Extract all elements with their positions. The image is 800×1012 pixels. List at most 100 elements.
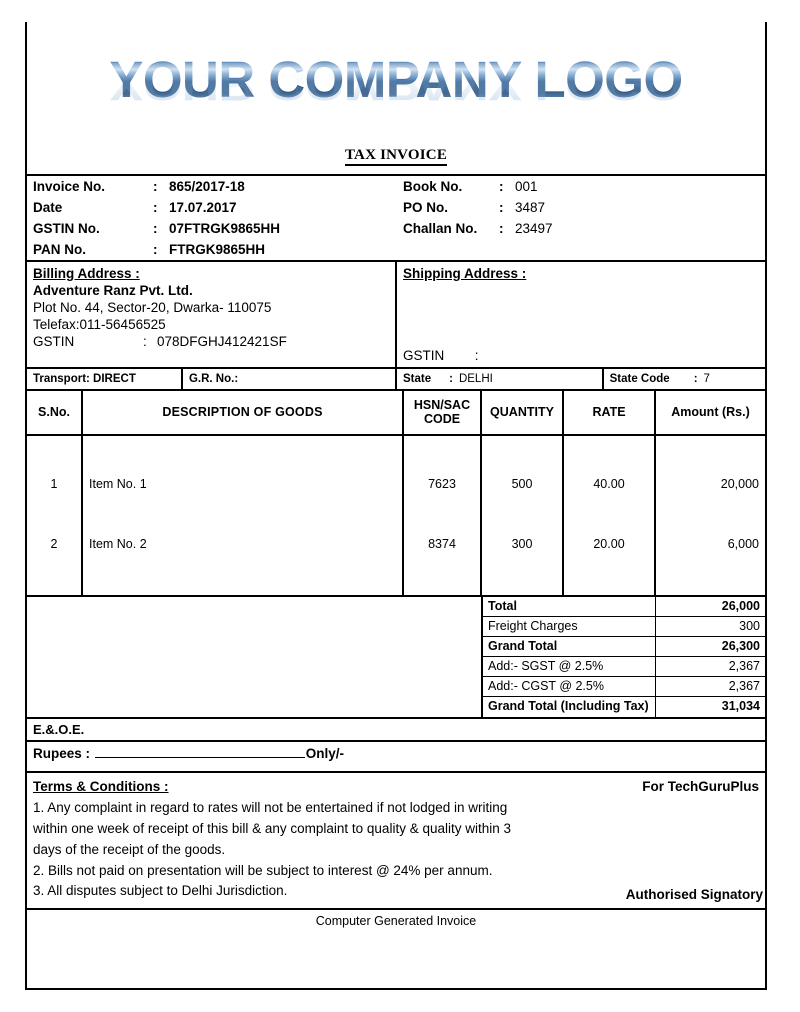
row-sno: 2: [27, 532, 83, 555]
pan-no-value: FTRGK9865HH: [169, 242, 266, 257]
grand-total-value: 26,300: [655, 636, 765, 658]
items-header-row: S.No. DESCRIPTION OF GOODS HSN/SAC CODE …: [27, 390, 765, 436]
spacer-hsn: [403, 434, 482, 473]
state-cell: State : DELHI: [395, 368, 604, 389]
pan-no-colon: :: [153, 242, 158, 257]
spacer-desc: [82, 494, 404, 533]
date-label: Date: [33, 200, 63, 215]
for-company-label: For TechGuruPlus: [642, 778, 759, 794]
shipping-gstin-row: GSTIN :: [403, 348, 479, 363]
invoice-no-colon: :: [153, 179, 158, 194]
meta-empty-value: [509, 239, 765, 260]
row-hsn: 8374: [403, 532, 482, 555]
invoice-no-label: Invoice No.: [33, 179, 106, 194]
terms-heading: Terms & Conditions :: [33, 778, 169, 794]
billing-gstin-row: GSTIN : 078DFGHJ412421SF: [33, 334, 395, 349]
row-sno: 1: [27, 472, 83, 495]
col-description: DESCRIPTION OF GOODS: [82, 390, 404, 436]
state-colon: :: [449, 373, 453, 385]
state-code-cell: State Code : 7: [603, 368, 765, 389]
sgst-label: Add:- SGST @ 2.5%: [483, 656, 656, 678]
fill-desc: [82, 554, 404, 595]
terms-line: 1. Any complaint in regard to rates will…: [33, 799, 508, 815]
total-line: Grand Total (Including Tax) 31,034: [483, 696, 765, 717]
total-label: Total: [483, 596, 656, 618]
billing-address-heading: Billing Address :: [33, 266, 140, 281]
row-quantity: 300: [481, 532, 564, 555]
spacer-rate: [563, 434, 656, 473]
row-amount: 20,000: [720, 476, 759, 491]
challan-no-colon: :: [499, 221, 504, 236]
document-title-text: TAX INVOICE: [344, 147, 448, 166]
totals-table: Total 26,000 Freight Charges 300 Grand T…: [483, 596, 765, 717]
book-no-label: Book No.: [403, 179, 463, 194]
col-quantity: QUANTITY: [481, 390, 564, 436]
gstin-no-colon: :: [153, 221, 158, 236]
document-title: TAX INVOICE: [27, 144, 765, 174]
billing-gstin-label: GSTIN: [33, 334, 75, 349]
terms-line: within one week of receipt of this bill …: [33, 820, 511, 836]
fill-amt: [655, 555, 765, 595]
eoe-label: E.&.O.E.: [33, 721, 85, 737]
items-spacer-row: [27, 494, 765, 533]
state-code-value: 7: [703, 373, 710, 385]
terms-section: Terms & Conditions : 1. Any complaint in…: [27, 770, 765, 909]
sgst-value: 2,367: [655, 656, 765, 678]
col-rate: RATE: [563, 390, 656, 436]
logo-reflection: YOUR COMPANY LOGO: [109, 62, 683, 110]
spacer-desc: [82, 434, 404, 473]
row-amount: 6,000: [727, 536, 759, 551]
state-value: DELHI: [458, 373, 493, 385]
spacer-rate: [563, 494, 656, 533]
row-description: Item No. 2: [82, 532, 404, 555]
shipping-address-cell: Shipping Address : GSTIN :: [396, 261, 765, 367]
transport-row: Transport: DIRECT G.R. No.: State : DELH…: [27, 368, 765, 389]
gstin-no-value: 07FTRGK9865HH: [169, 221, 281, 236]
grand-total-incl-tax-label: Grand Total (Including Tax): [483, 696, 656, 717]
fill-rate: [563, 554, 656, 595]
spacer-sno: [27, 494, 83, 533]
spacer-amt: [655, 435, 765, 473]
col-hsn-code: HSN/SAC CODE: [403, 390, 482, 436]
shipping-gstin-label: GSTIN: [403, 348, 445, 363]
table-row: 2 Item No. 2 8374 300 20.00 6,000: [27, 532, 765, 555]
shipping-address-heading: Shipping Address :: [403, 266, 527, 281]
grand-total-label: Grand Total: [483, 636, 656, 658]
rupees-row: Rupees : Only/-: [27, 739, 765, 771]
eoe-section: E.&.O.E. Rupees : Only/-: [27, 716, 765, 771]
po-no-label: PO No.: [403, 200, 449, 215]
billing-company-name: Adventure Ranz Pvt. Ltd.: [33, 283, 193, 298]
row-description: Item No. 1: [82, 472, 404, 495]
totals-blank-area: [27, 595, 483, 717]
invoice-meta-table: Invoice No. : 865/2017-18 Book No. : 001…: [27, 174, 765, 260]
shipping-gstin-colon: :: [474, 348, 479, 363]
book-no-value: 001: [515, 179, 538, 194]
terms-line: days of the receipt of the goods.: [33, 841, 226, 857]
state-label: State: [402, 373, 432, 385]
grand-total-incl-tax-value: 31,034: [721, 699, 760, 714]
eoe-row: E.&.O.E.: [27, 718, 765, 741]
terms-line: 3. All disputes subject to Delhi Jurisdi…: [33, 883, 288, 899]
rupees-cell: Rupees : Only/-: [27, 739, 765, 771]
fill-sno: [27, 554, 83, 595]
invoice-no-value: 865/2017-18: [169, 179, 245, 194]
col-hsn-line2: CODE: [423, 412, 461, 427]
company-logo: YOUR COMPANY LOGO YOUR COMPANY LOGO YOUR…: [27, 22, 765, 144]
meta-row: Date : 17.07.2017 PO No. : 3487: [27, 197, 765, 218]
pan-no-label: PAN No.: [33, 242, 86, 257]
rupees-in-words-blank: [94, 756, 305, 758]
total-line: Add:- SGST @ 2.5% 2,367: [483, 656, 765, 678]
items-fill-row: [27, 554, 765, 595]
billing-gstin-colon: :: [143, 334, 147, 349]
authorised-signatory-label: Authorised Signatory: [625, 887, 763, 903]
book-no-colon: :: [499, 179, 504, 194]
meta-row: GSTIN No. : 07FTRGK9865HH Challan No. : …: [27, 218, 765, 239]
rupees-label: Rupees :: [33, 745, 91, 761]
address-row: Billing Address : Adventure Ranz Pvt. Lt…: [27, 261, 765, 367]
total-line: Total 26,000: [483, 596, 765, 618]
totals-cell: Total 26,000 Freight Charges 300 Grand T…: [482, 596, 765, 717]
spacer-amt: [655, 495, 765, 533]
row-rate: 20.00: [563, 532, 656, 555]
row-hsn: 7623: [403, 472, 482, 495]
date-colon: :: [153, 200, 158, 215]
